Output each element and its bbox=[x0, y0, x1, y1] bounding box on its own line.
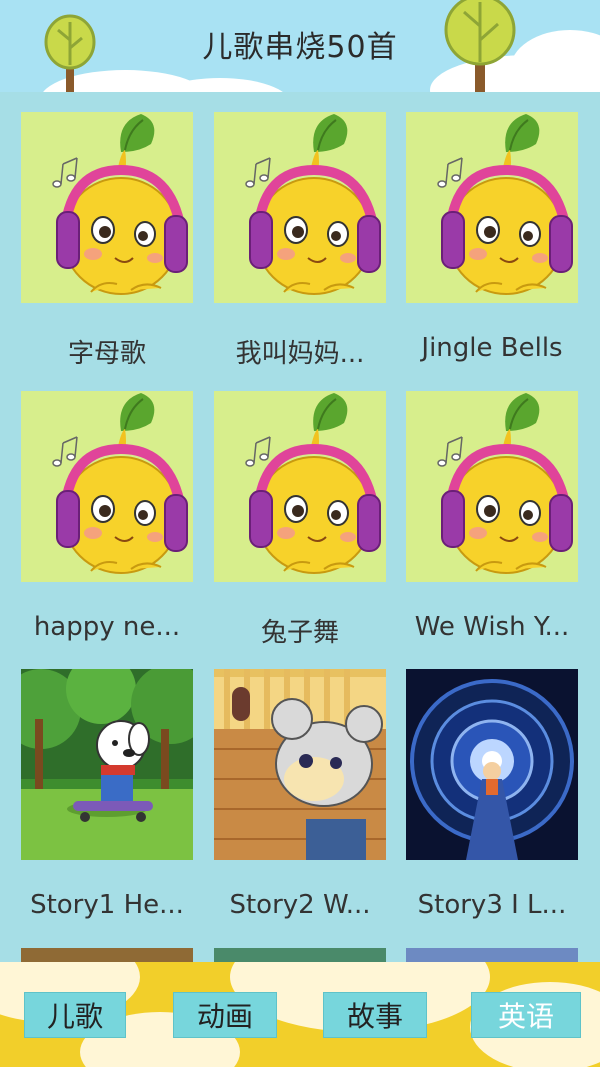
song-grid[interactable]: 字母歌 我叫妈妈... Jingle Bells happy ne... 兔子舞… bbox=[0, 92, 600, 962]
singer-character-image bbox=[214, 112, 386, 303]
story-title: Story2 W... bbox=[229, 890, 371, 920]
song-tile[interactable]: Story1 He... bbox=[21, 669, 193, 920]
story-thumbnail[interactable] bbox=[214, 669, 386, 860]
song-thumbnail[interactable] bbox=[21, 112, 193, 303]
app-header: 儿歌串烧50首 bbox=[0, 0, 600, 92]
tab-label: 儿歌 bbox=[46, 1000, 103, 1033]
singer-character-image bbox=[406, 112, 578, 303]
song-title: happy ne... bbox=[33, 612, 181, 642]
mouse-room-image bbox=[214, 669, 386, 860]
song-tile[interactable] bbox=[406, 948, 578, 962]
song-title: Jingle Bells bbox=[421, 333, 563, 363]
story-thumbnail[interactable] bbox=[406, 669, 578, 860]
tab-songs[interactable]: 儿歌 bbox=[24, 992, 126, 1038]
story-title: Story3 I L... bbox=[417, 890, 567, 920]
bottom-tab-bar: 儿歌 动画 故事 英语 bbox=[0, 962, 600, 1067]
story-thumbnail[interactable] bbox=[406, 948, 578, 962]
song-thumbnail[interactable] bbox=[21, 391, 193, 582]
page-title: 儿歌串烧50首 bbox=[202, 30, 398, 65]
song-tile[interactable]: Story3 I L... bbox=[406, 669, 578, 920]
song-tile[interactable]: 字母歌 bbox=[21, 112, 193, 370]
song-title: 我叫妈妈... bbox=[235, 339, 365, 369]
tab-animation[interactable]: 动画 bbox=[173, 992, 277, 1038]
song-thumbnail[interactable] bbox=[214, 112, 386, 303]
song-tile[interactable]: We Wish Y... bbox=[406, 391, 578, 642]
story-title: Story1 He... bbox=[30, 890, 184, 920]
song-thumbnail[interactable] bbox=[406, 391, 578, 582]
story-thumbnail[interactable] bbox=[21, 948, 193, 962]
story-thumbnail[interactable] bbox=[21, 669, 193, 860]
song-tile[interactable]: happy ne... bbox=[21, 391, 193, 642]
song-tile[interactable]: Jingle Bells bbox=[406, 112, 578, 363]
song-title: We Wish Y... bbox=[414, 612, 570, 642]
singer-character-image bbox=[214, 391, 386, 582]
tab-label: 英语 bbox=[497, 1000, 554, 1033]
song-tile[interactable]: 我叫妈妈... bbox=[214, 112, 386, 370]
song-title: 字母歌 bbox=[67, 339, 146, 369]
tab-label: 动画 bbox=[196, 1000, 253, 1033]
story-thumbnail[interactable] bbox=[214, 948, 386, 962]
singer-character-image bbox=[21, 391, 193, 582]
song-tile[interactable]: Story2 W... bbox=[214, 669, 386, 920]
tab-stories[interactable]: 故事 bbox=[323, 992, 427, 1038]
tab-label: 故事 bbox=[346, 1000, 403, 1033]
song-tile[interactable] bbox=[21, 948, 193, 962]
dog-skateboard-image bbox=[21, 669, 193, 860]
singer-character-image bbox=[406, 391, 578, 582]
song-tile[interactable] bbox=[214, 948, 386, 962]
singer-character-image bbox=[21, 112, 193, 303]
song-title: 兔子舞 bbox=[260, 618, 339, 648]
song-tile[interactable]: 兔子舞 bbox=[214, 391, 386, 649]
tunnel-image bbox=[406, 669, 578, 860]
song-thumbnail[interactable] bbox=[214, 391, 386, 582]
song-thumbnail[interactable] bbox=[406, 112, 578, 303]
tab-english[interactable]: 英语 bbox=[471, 992, 581, 1038]
